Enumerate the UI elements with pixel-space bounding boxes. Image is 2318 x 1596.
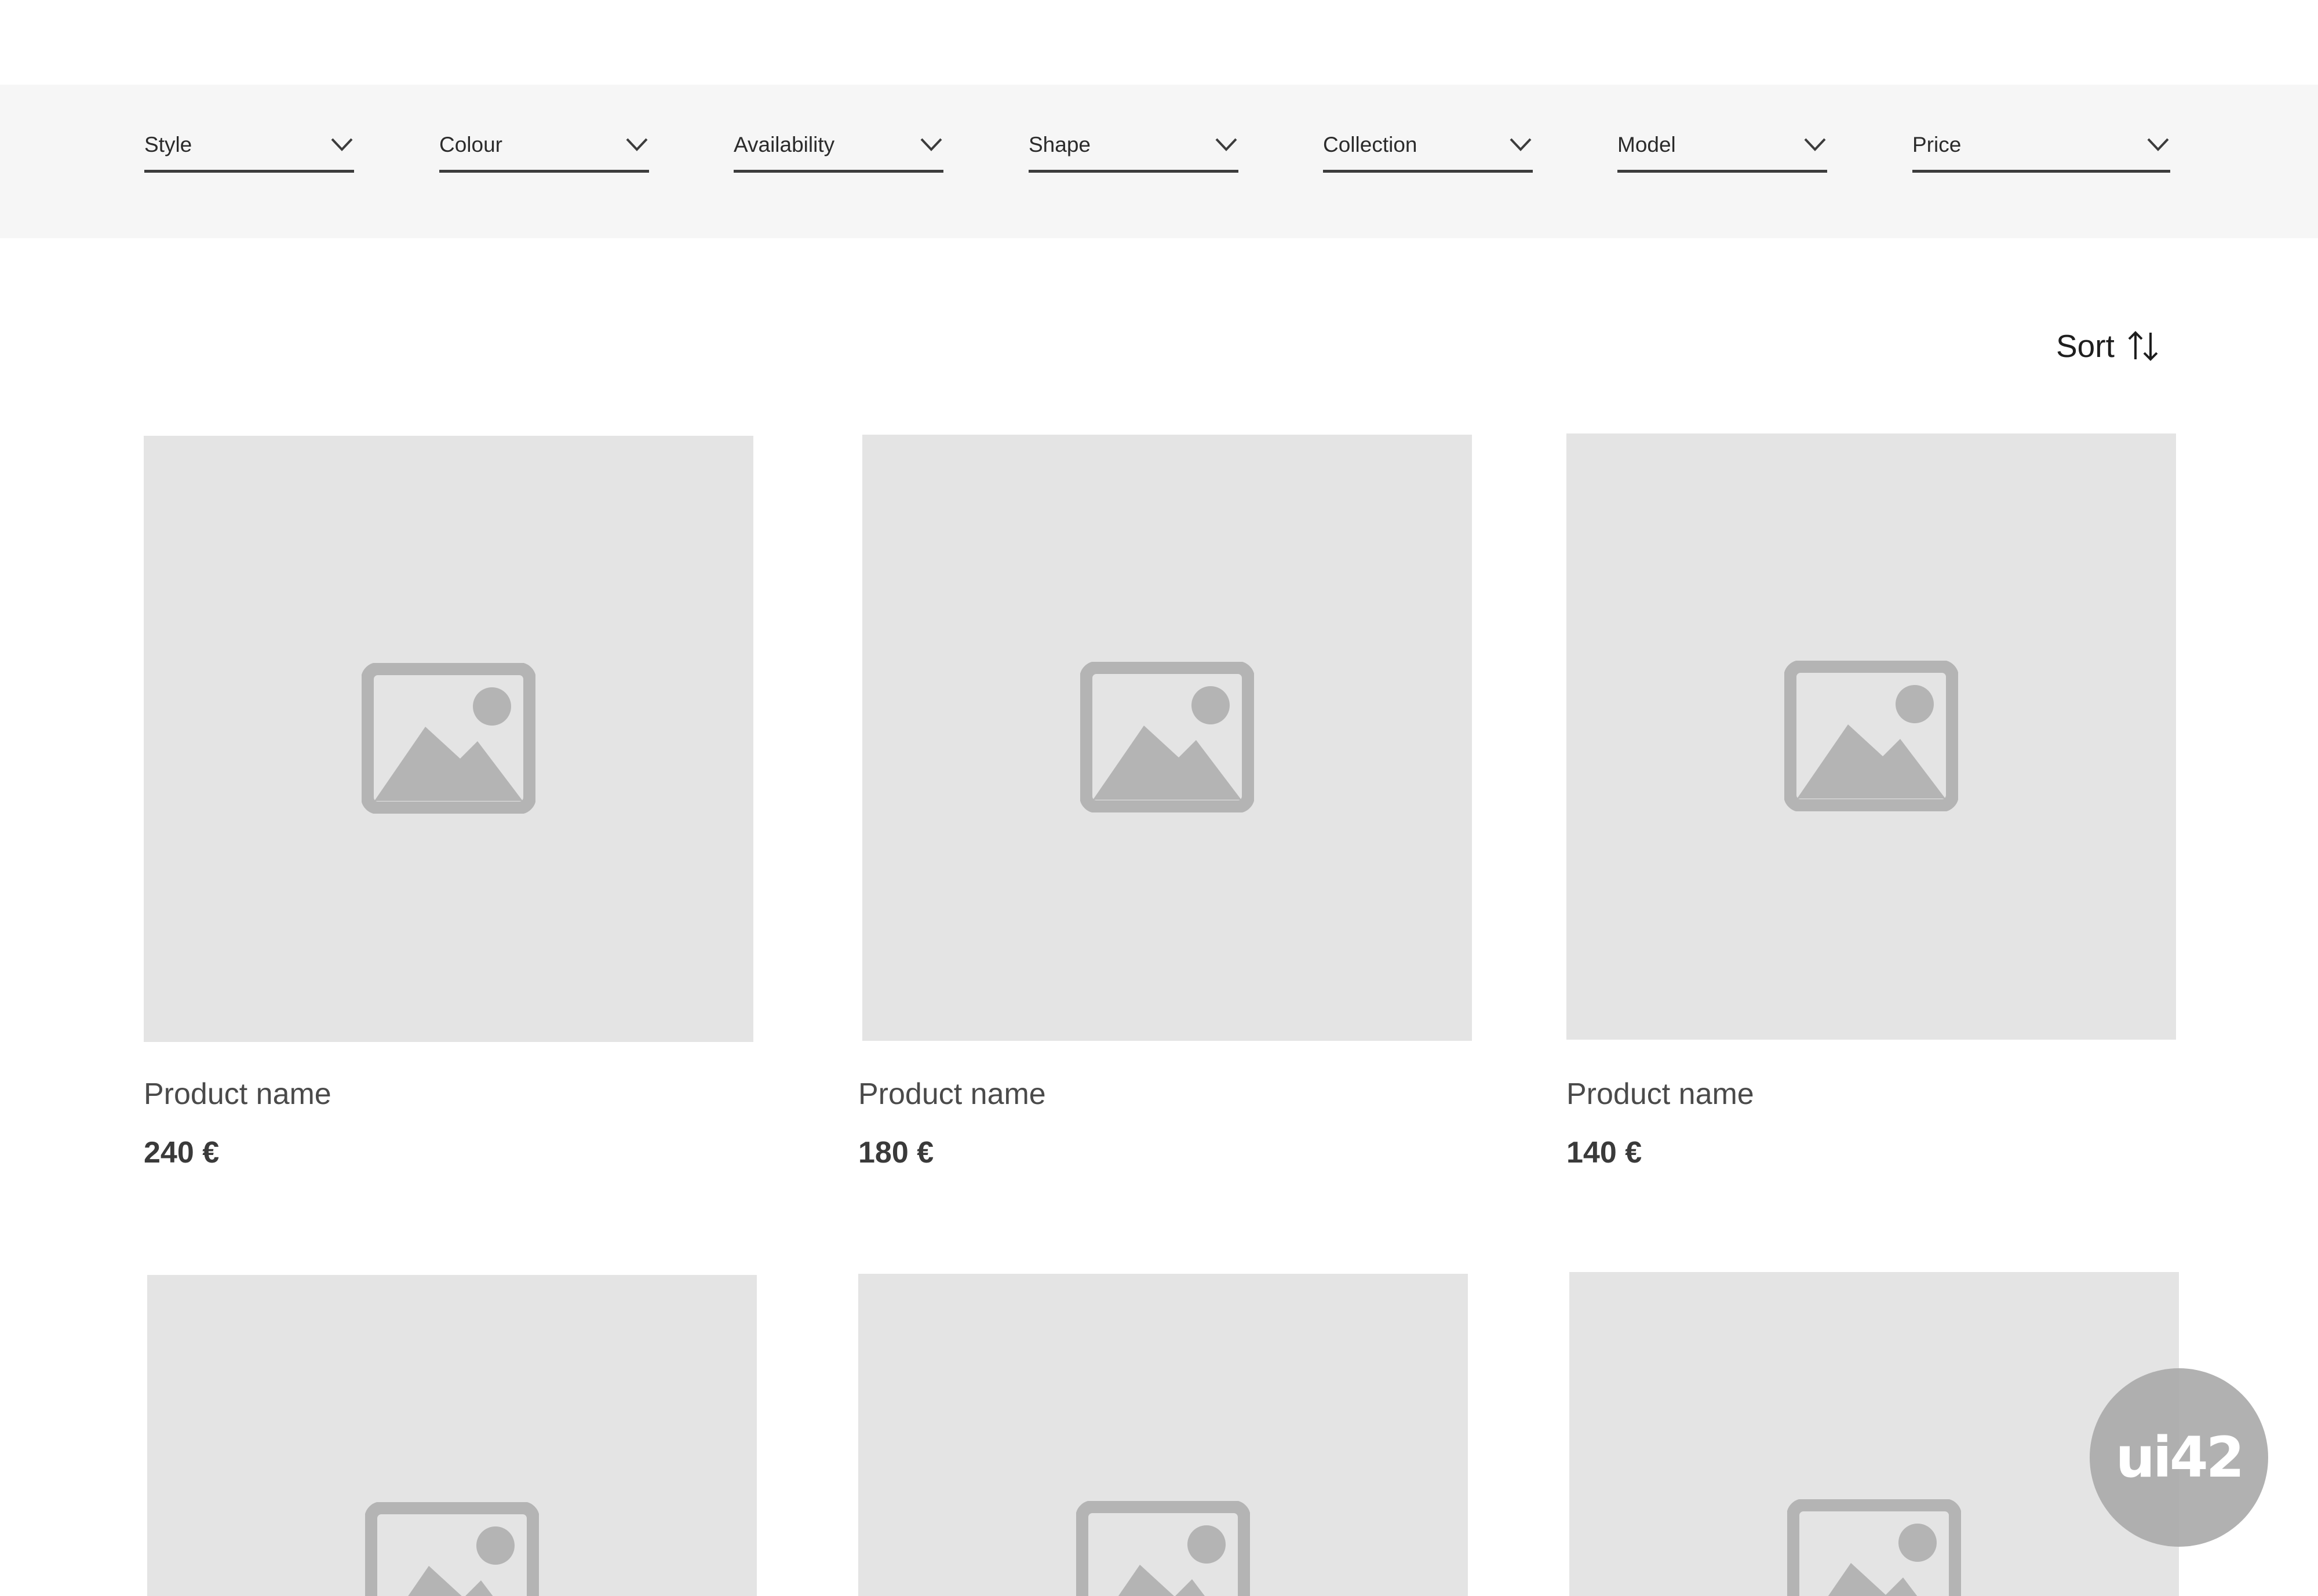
chevron-down-icon [920,138,942,151]
filter-colour-dropdown[interactable]: Colour [439,130,649,173]
filter-price-dropdown[interactable]: Price [1912,130,2170,173]
product-image-placeholder [144,436,753,1042]
image-placeholder-icon [1080,662,1254,812]
filter-label: Colour [439,133,502,156]
product-name: Product name [1566,1077,1754,1111]
product-card[interactable] [858,1274,1468,1596]
product-image-placeholder [1569,1272,2179,1596]
image-placeholder-icon [1787,1499,1961,1596]
product-name: Product name [858,1077,1046,1111]
chevron-down-icon [1510,138,1532,151]
product-card[interactable]: Product name 180 € [858,435,1472,1188]
product-name: Product name [144,1077,331,1111]
filter-shape-dropdown[interactable]: Shape [1029,130,1238,173]
product-price: 140 € [1566,1136,1642,1169]
product-image-placeholder [862,435,1472,1041]
chevron-down-icon [1215,138,1237,151]
chevron-down-icon [1804,138,1826,151]
filter-label: Collection [1323,133,1417,156]
product-price: 240 € [144,1136,220,1169]
image-placeholder-icon [365,1502,539,1596]
product-image-placeholder [858,1274,1468,1596]
filter-collection-dropdown[interactable]: Collection [1323,130,1533,173]
filter-label: Style [144,133,192,156]
filter-label: Price [1912,133,1962,156]
filter-label: Model [1617,133,1676,156]
product-image-placeholder [147,1275,757,1596]
filter-label: Availability [734,133,835,156]
filter-label: Shape [1029,133,1091,156]
product-image-placeholder [1566,433,2176,1040]
image-placeholder-icon [1784,661,1958,811]
image-placeholder-icon [1076,1501,1250,1596]
sort-label: Sort [2056,328,2115,364]
chevron-down-icon [626,138,648,151]
brand-logo-badge[interactable]: ui42 [2090,1368,2268,1547]
filter-model-dropdown[interactable]: Model [1617,130,1827,173]
product-card[interactable]: Product name 240 € [144,436,753,1189]
product-listing-page: Style Colour Availability Shape Collecti… [0,0,2318,1596]
brand-logo-text: ui42 [2115,1425,2245,1490]
filter-style-dropdown[interactable]: Style [144,130,354,173]
filter-availability-dropdown[interactable]: Availability [734,130,943,173]
sort-button[interactable]: Sort [2056,323,2161,369]
image-placeholder-icon [362,663,535,814]
product-card[interactable]: Product name 140 € [1566,433,2176,1187]
chevron-down-icon [2147,138,2169,151]
product-card[interactable] [147,1275,757,1596]
chevron-down-icon [331,138,353,151]
sort-arrows-icon [2128,331,2158,361]
product-price: 180 € [858,1136,934,1169]
product-card[interactable] [1569,1272,2179,1596]
